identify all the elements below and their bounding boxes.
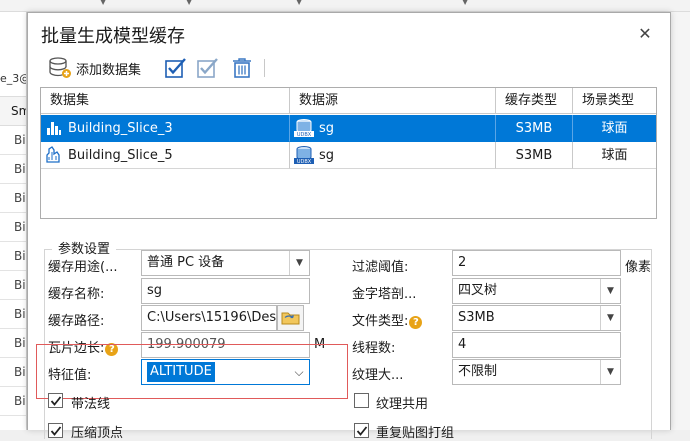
background-attribute-table: e_3@ Sm Bi Bi Bi Bi Bi Bi Bi Bi Bi Bi bbox=[0, 12, 27, 430]
model-dataset-icon bbox=[46, 146, 60, 163]
toolbar: 添加数据集 bbox=[42, 53, 658, 83]
texture-share-checkbox[interactable] bbox=[354, 393, 369, 408]
model-dataset-icon bbox=[47, 122, 61, 135]
toolbar-separator bbox=[264, 59, 265, 77]
filter-threshold-unit: 像素 bbox=[625, 260, 652, 275]
close-icon: ✕ bbox=[638, 24, 652, 43]
filter-threshold-input[interactable]: 2 bbox=[452, 250, 621, 276]
texture-size-value: 不限制 bbox=[458, 364, 498, 379]
background-table-row: Bi bbox=[0, 213, 26, 242]
thread-count-label: 线程数: bbox=[352, 341, 396, 356]
dialog-title: 批量生成模型缓存 bbox=[41, 26, 185, 47]
svg-text:UDBX: UDBX bbox=[297, 132, 312, 138]
background-table-row: Bi bbox=[0, 329, 26, 358]
chevron-down-icon: ▼ bbox=[600, 306, 620, 330]
parameter-group-title: 参数设置 bbox=[52, 238, 117, 257]
background-table-row: Bi bbox=[0, 184, 26, 213]
column-header-dataset[interactable]: 数据集 bbox=[41, 88, 290, 114]
background-table-row: Bi bbox=[0, 387, 26, 416]
cache-usage-select[interactable]: 普通 PC 设备 ▼ bbox=[141, 250, 310, 276]
cache-path-label: 缓存路径: bbox=[48, 314, 105, 329]
filter-threshold-label: 过滤阈值: bbox=[352, 260, 409, 275]
thread-count-input[interactable]: 4 bbox=[452, 332, 621, 358]
dataset-name: Building_Slice_5 bbox=[68, 147, 173, 163]
cache-usage-value: 普通 PC 设备 bbox=[147, 255, 225, 270]
chevron-down-icon: ▼ bbox=[186, 0, 193, 6]
with-normals-checkbox[interactable] bbox=[48, 393, 63, 408]
chevron-down-icon: ▼ bbox=[462, 0, 469, 6]
compress-vertices-checkbox[interactable] bbox=[48, 423, 63, 438]
delete-button[interactable] bbox=[230, 55, 254, 81]
scene-type-cell: 球面 bbox=[573, 115, 656, 142]
folder-icon bbox=[281, 312, 300, 325]
cache-path-input[interactable]: C:\Users\15196\Desk bbox=[141, 305, 277, 331]
background-toolbar-strip: ▼ ▼ ▼ ▼ bbox=[0, 0, 690, 12]
file-type-label: 文件类型:? bbox=[352, 310, 423, 329]
pyramid-select[interactable]: 四叉树 ▼ bbox=[452, 278, 621, 304]
background-table-row: Bi bbox=[0, 126, 26, 155]
invert-selection-button[interactable] bbox=[196, 55, 220, 81]
checkmark-icon bbox=[50, 396, 62, 406]
cache-type-cell: S3MB bbox=[496, 115, 573, 142]
svg-text:UDBX: UDBX bbox=[297, 159, 312, 165]
column-header-datasource[interactable]: 数据源 bbox=[290, 88, 496, 114]
close-button[interactable]: ✕ bbox=[634, 23, 656, 45]
chevron-down-icon: ▼ bbox=[296, 0, 303, 6]
table-row[interactable]: Building_Slice_3 UDBX sg S3MB 球面 bbox=[41, 115, 656, 142]
select-all-icon bbox=[165, 58, 186, 78]
cache-usage-label: 缓存用途(... bbox=[48, 260, 118, 275]
chevron-down-icon: ▼ bbox=[100, 0, 107, 6]
table-row[interactable]: Building_Slice_5 UDBX sg S3MB 球面 bbox=[41, 142, 656, 169]
datasource-name: sg bbox=[319, 147, 335, 163]
invert-selection-icon bbox=[197, 58, 218, 78]
texture-share-label: 纹理共用 bbox=[376, 397, 429, 412]
scene-type-cell: 球面 bbox=[573, 142, 656, 169]
checkmark-icon bbox=[50, 426, 62, 436]
chevron-down-icon: ▼ bbox=[600, 279, 620, 303]
background-table-row: Bi bbox=[0, 155, 26, 184]
browse-folder-button[interactable] bbox=[277, 305, 304, 331]
file-type-select[interactable]: S3MB ▼ bbox=[452, 305, 621, 331]
cache-name-input[interactable]: sg bbox=[141, 278, 310, 304]
add-dataset-icon bbox=[49, 57, 71, 78]
background-table-row: Bi bbox=[0, 300, 26, 329]
udbx-datasource-icon: UDBX bbox=[294, 119, 314, 138]
background-table-row: Bi bbox=[0, 358, 26, 387]
dataset-name: Building_Slice_3 bbox=[68, 120, 173, 136]
add-dataset-button[interactable]: 添加数据集 bbox=[48, 55, 141, 81]
batch-model-cache-dialog: 批量生成模型缓存 ✕ 添加数据集 数据集 数据源 缓存类型 场景类型 Build… bbox=[27, 12, 671, 441]
udbx-datasource-icon: UDBX bbox=[294, 146, 314, 165]
column-header-scene-type[interactable]: 场景类型 bbox=[573, 88, 656, 114]
repeat-texture-label: 重复贴图打组 bbox=[376, 426, 455, 441]
chevron-down-icon: ▼ bbox=[600, 360, 620, 384]
background-table-row: Bi bbox=[0, 271, 26, 300]
cache-type-cell: S3MB bbox=[496, 142, 573, 169]
column-header-cache-type[interactable]: 缓存类型 bbox=[496, 88, 573, 114]
background-table-row: Bi bbox=[0, 242, 26, 271]
select-all-button[interactable] bbox=[164, 55, 188, 81]
help-icon[interactable]: ? bbox=[409, 316, 423, 329]
compress-vertices-label: 压缩顶点 bbox=[71, 426, 124, 441]
datasource-name: sg bbox=[319, 120, 335, 136]
cache-name-label: 缓存名称: bbox=[48, 287, 105, 302]
add-dataset-label: 添加数据集 bbox=[76, 62, 142, 78]
checkmark-icon bbox=[356, 426, 368, 436]
highlight-annotation-box bbox=[36, 344, 348, 399]
dataset-table: 数据集 数据源 缓存类型 场景类型 Building_Slice_3 UDBX bbox=[40, 87, 657, 219]
pyramid-label: 金字塔剖... bbox=[352, 287, 417, 302]
texture-size-label: 纹理大... bbox=[352, 368, 404, 383]
file-type-value: S3MB bbox=[458, 310, 495, 325]
texture-size-select[interactable]: 不限制 ▼ bbox=[452, 359, 621, 385]
trash-icon bbox=[233, 58, 251, 78]
pyramid-value: 四叉树 bbox=[458, 283, 498, 298]
background-right-panel bbox=[671, 12, 690, 430]
background-tab-label: e_3@ bbox=[0, 72, 26, 85]
background-table-header: Sm bbox=[0, 96, 26, 126]
chevron-down-icon: ▼ bbox=[289, 251, 309, 275]
with-normals-label: 带法线 bbox=[71, 397, 111, 412]
repeat-texture-checkbox[interactable] bbox=[354, 423, 369, 438]
